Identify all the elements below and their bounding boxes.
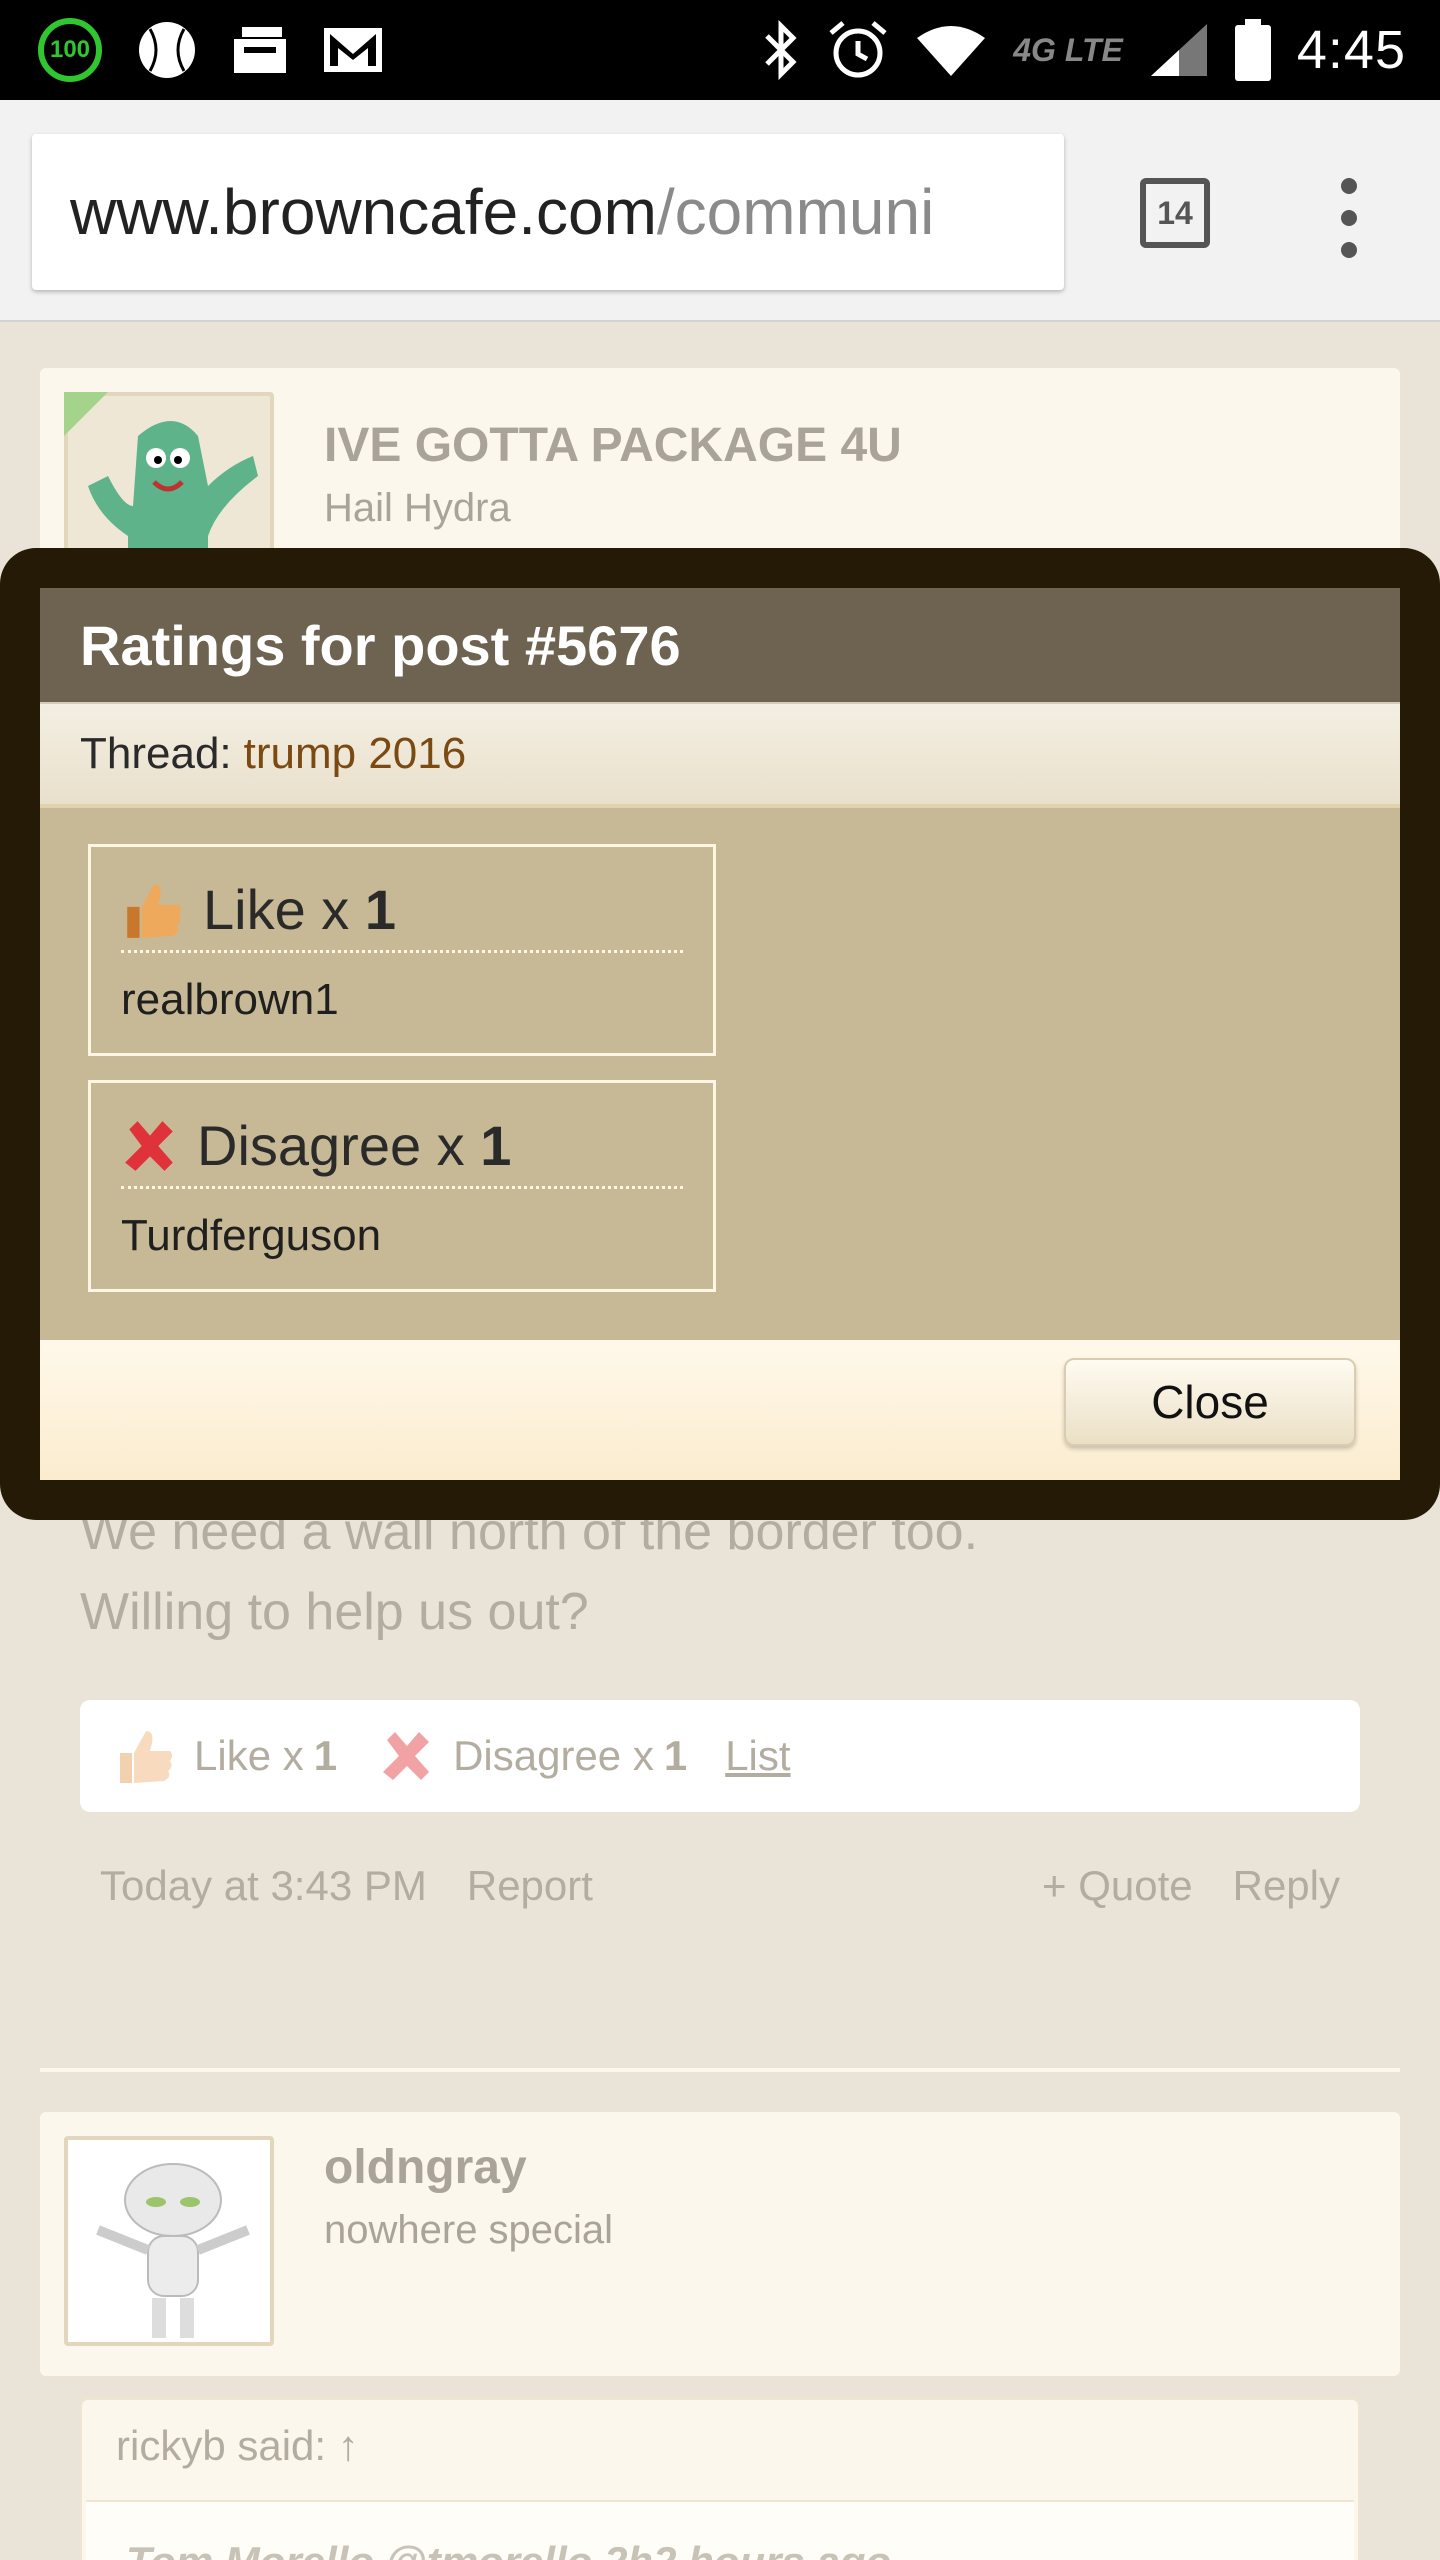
like-rating-count: 1 xyxy=(313,1732,338,1779)
quote-box: rickyb said: ↑ Tom Morello @tmorello 2h2… xyxy=(80,2398,1360,2560)
rating-count: 1 xyxy=(480,1114,512,1177)
x-mark-icon xyxy=(383,1732,430,1780)
battery-icon xyxy=(1234,19,1271,81)
bluetooth-icon xyxy=(765,20,797,80)
rating-title: Disagree x 1 xyxy=(121,1105,683,1189)
ratings-dialog: Ratings for post #5676 Thread: trump 201… xyxy=(40,588,1400,1480)
signal-icon xyxy=(1150,24,1207,76)
reply-link[interactable]: Reply xyxy=(1233,1862,1340,1910)
rating-user-link[interactable]: Turdferguson xyxy=(121,1211,381,1261)
baseball-icon xyxy=(139,22,195,78)
url-field[interactable]: www.browncafe.com/communi xyxy=(32,134,1064,290)
dialog-footer: Close xyxy=(40,1340,1400,1480)
x-mark-icon xyxy=(125,1120,173,1171)
disagree-rating-count: 1 xyxy=(663,1732,688,1779)
post-username[interactable]: oldngray xyxy=(324,2140,527,2195)
dialog-body: Like x 1 realbrown1 Disagree x 1 Turdfer… xyxy=(40,808,1400,1340)
rating-label: Disagree x xyxy=(197,1114,465,1177)
like-rating-label: Like x xyxy=(194,1732,304,1779)
quote-content: Tom Morello @tmorello 2h2 hours ago xyxy=(86,2500,1354,2560)
dialog-title: Ratings for post #5676 xyxy=(40,588,1400,702)
rating-user-link[interactable]: realbrown1 xyxy=(121,975,339,1025)
quote-header[interactable]: rickyb said: ↑ xyxy=(116,2422,359,2470)
robot-avatar-icon xyxy=(96,2163,250,2338)
battery-saver-badge-icon: 100 xyxy=(38,18,102,82)
ratings-list-link[interactable]: List xyxy=(725,1732,790,1780)
post-user-title: Hail Hydra xyxy=(324,486,511,530)
thumbs-up-icon xyxy=(120,1731,172,1783)
alarm-icon xyxy=(829,21,887,78)
report-link[interactable]: Report xyxy=(467,1862,593,1910)
inbox-icon xyxy=(234,27,286,73)
clock-time: 4:45 xyxy=(1296,20,1406,80)
rating-count: 1 xyxy=(364,878,397,941)
online-indicator-icon xyxy=(64,392,108,436)
post-author-card: oldngray nowhere special xyxy=(40,2112,1400,2376)
browser-toolbar: www.browncafe.com/communi 14 xyxy=(0,100,1440,322)
post-user-title: nowhere special xyxy=(324,2208,614,2252)
post-divider xyxy=(40,2068,1400,2072)
overflow-menu-icon[interactable] xyxy=(1334,178,1364,258)
url-path: /communi xyxy=(656,176,935,248)
post-timestamp[interactable]: Today at 3:43 PM xyxy=(100,1862,427,1910)
url-host: www.browncafe.com xyxy=(70,176,657,248)
quote-link[interactable]: + Quote xyxy=(1042,1862,1193,1910)
gmail-icon xyxy=(324,28,382,72)
quote-preview-text: Tom Morello @tmorello 2h2 hours ago xyxy=(126,2538,891,2560)
network-type-label: 4G LTE xyxy=(1013,31,1123,68)
thread-label: Thread: xyxy=(80,729,232,778)
status-bar: 100 4G LTE 4:45 xyxy=(0,0,1440,100)
rating-title: Like x 1 xyxy=(121,869,683,953)
thumbs-up-icon xyxy=(127,883,181,938)
close-button[interactable]: Close xyxy=(1064,1358,1356,1446)
post-meta-row: Today at 3:43 PM Report + Quote Reply xyxy=(100,1862,1340,1910)
post-message-line: Willing to help us out? xyxy=(80,1583,589,1641)
rating-group: Like x 1 realbrown1 xyxy=(88,844,716,1056)
avatar[interactable] xyxy=(64,2136,274,2346)
tab-switcher-button[interactable]: 14 xyxy=(1140,178,1210,248)
wifi-icon xyxy=(917,26,986,76)
thread-info: Thread: trump 2016 xyxy=(40,702,1400,808)
rating-group: Disagree x 1 Turdferguson xyxy=(88,1080,716,1292)
disagree-rating-label: Disagree x xyxy=(453,1732,654,1779)
post-ratings-bar: Like x1 Disagree x1 List xyxy=(80,1700,1360,1812)
thread-link[interactable]: trump 2016 xyxy=(244,729,467,779)
post-username[interactable]: IVE GOTTA PACKAGE 4U xyxy=(324,418,902,473)
rating-label: Like x xyxy=(203,878,350,941)
